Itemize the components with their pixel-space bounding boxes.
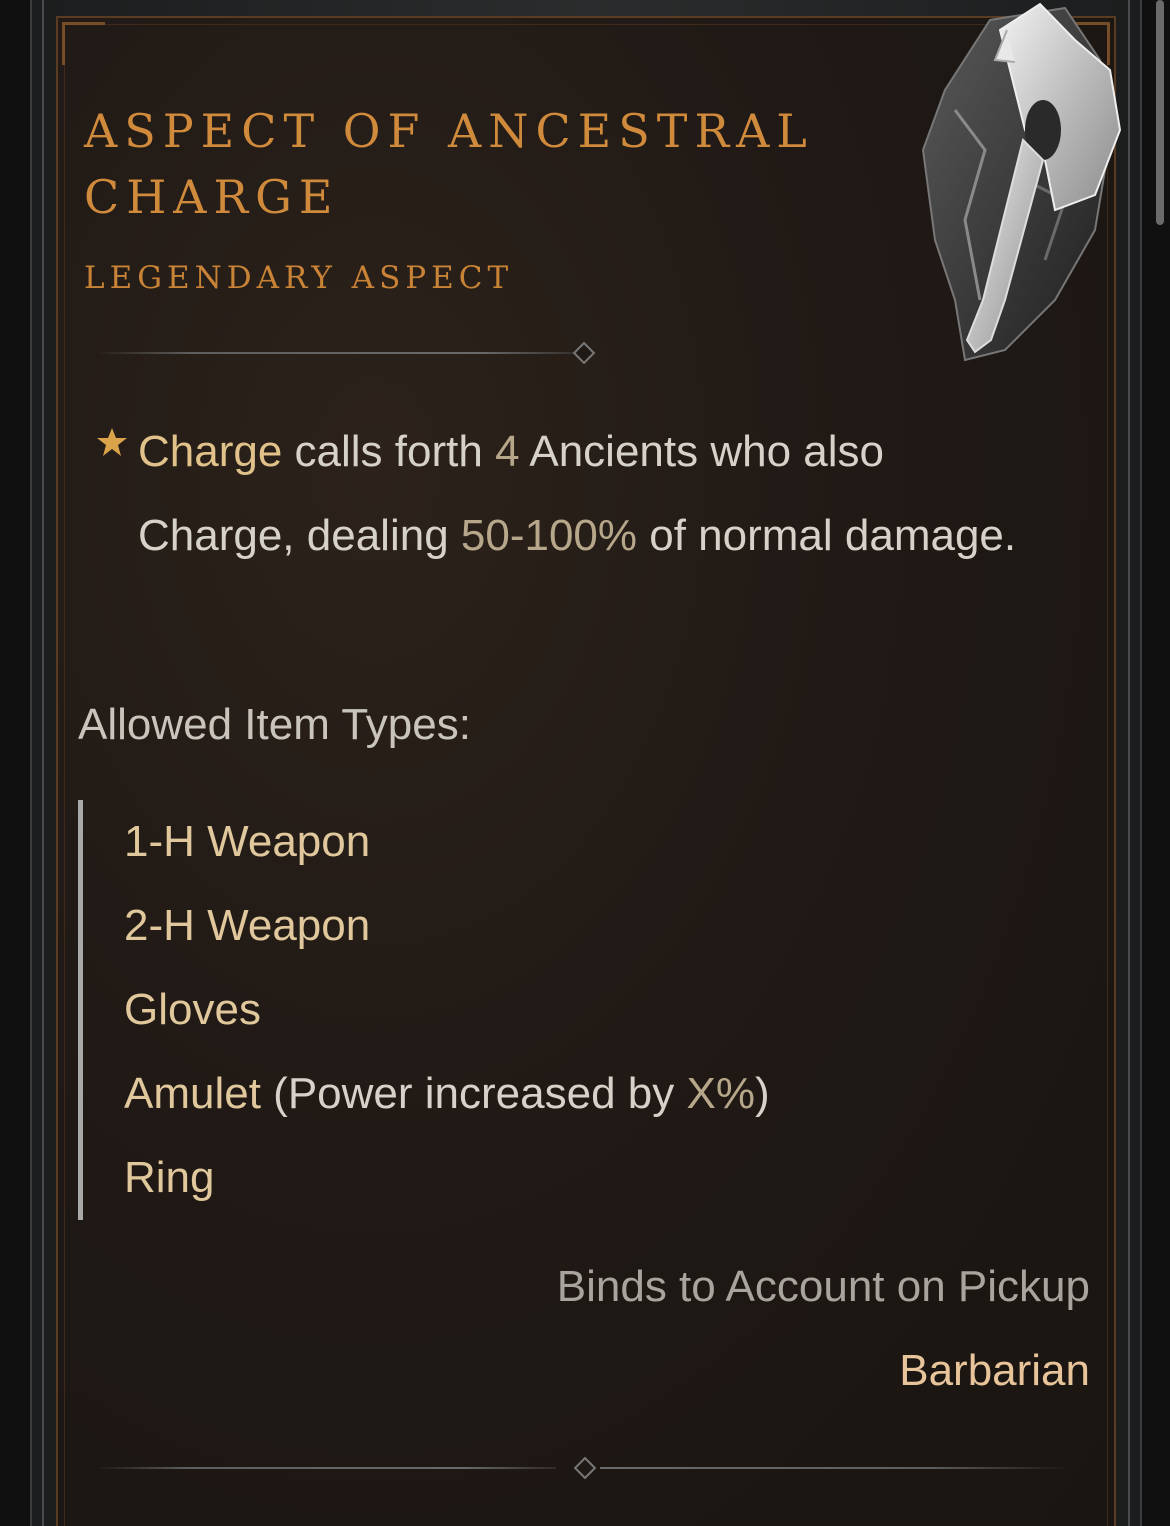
item-type-label: Ring [124, 1153, 215, 1202]
item-type-label: 2-H Weapon [124, 901, 371, 950]
class-requirement: Barbarian [899, 1346, 1090, 1395]
list-item: Ring [124, 1136, 770, 1220]
allowed-types-list: 1-H Weapon 2-H Weapon Gloves Amulet (Pow… [124, 800, 770, 1220]
description-text: of normal damage. [637, 511, 1017, 560]
footer-divider [96, 1467, 556, 1469]
item-type-note: ) [754, 1069, 770, 1118]
list-item: 2-H Weapon [124, 884, 770, 968]
list-item: Gloves [124, 968, 770, 1052]
axe-icon [921, 2, 1122, 362]
footer-divider [600, 1467, 1070, 1469]
list-accent-bar [78, 800, 83, 1220]
allowed-types-heading: Allowed Item Types: [78, 700, 471, 749]
aspect-description: Charge calls forth 4 Ancients who also C… [138, 410, 1018, 578]
game-tooltip-screen: Aspect of Ancestral Charge Legendary Asp… [0, 0, 1170, 1526]
star-icon [97, 428, 127, 456]
description-text: calls forth [282, 427, 496, 476]
item-type-label: Amulet [124, 1069, 261, 1118]
list-item: Amulet (Power increased by X%) [124, 1052, 770, 1136]
scrollbar[interactable] [1156, 0, 1164, 225]
header-divider [96, 352, 576, 354]
power-increase-value: X% [686, 1069, 755, 1118]
aspect-rarity: Legendary Aspect [84, 260, 514, 296]
frame-corner-ornament [62, 22, 105, 65]
list-item: 1-H Weapon [124, 800, 770, 884]
aspect-title: Aspect of Ancestral Charge [84, 104, 814, 224]
item-type-label: Gloves [124, 985, 261, 1034]
item-type-note: (Power increased by [260, 1069, 687, 1118]
damage-range: 50-100% [460, 511, 638, 560]
item-type-label: 1-H Weapon [124, 817, 371, 866]
skill-name-highlight: Charge [138, 427, 283, 476]
ancient-count: 4 [495, 427, 520, 476]
binding-info: Binds to Account on Pickup [556, 1262, 1090, 1311]
